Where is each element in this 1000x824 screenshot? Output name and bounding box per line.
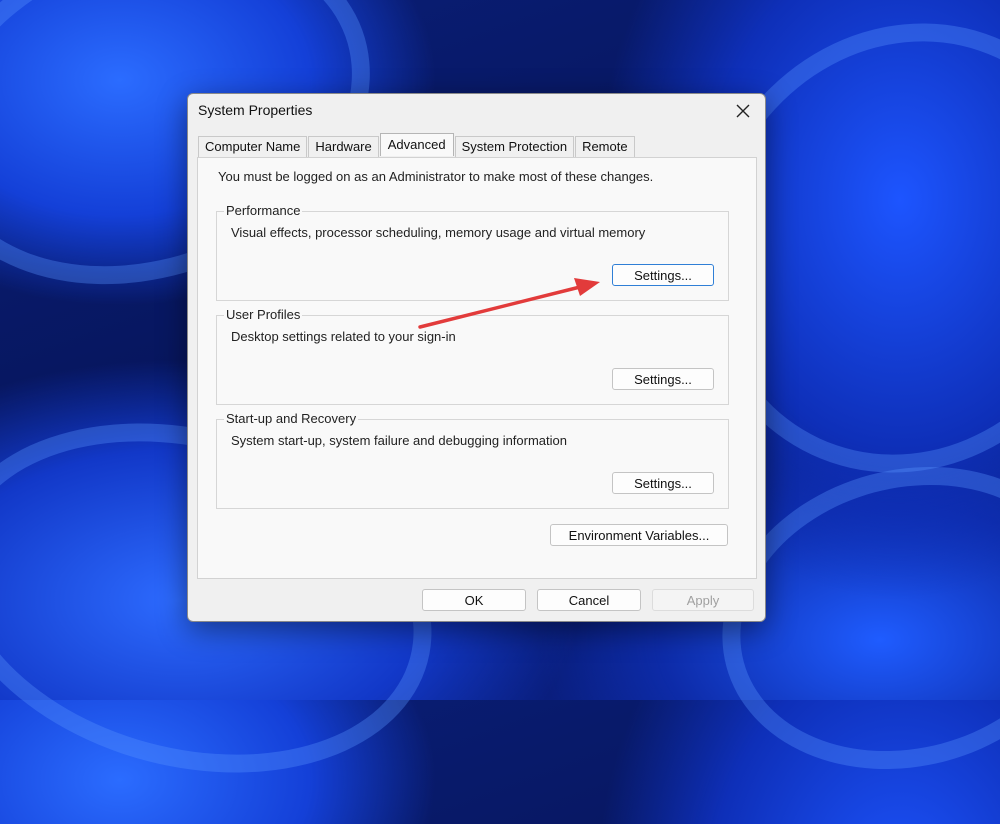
performance-settings-button[interactable]: Settings... — [612, 264, 714, 286]
startup-recovery-group-title: Start-up and Recovery — [224, 411, 359, 426]
dialog-title: System Properties — [198, 102, 313, 118]
admin-note: You must be logged on as an Administrato… — [218, 169, 654, 184]
system-properties-dialog: System Properties Computer Name Hardware… — [187, 93, 766, 622]
environment-variables-button[interactable]: Environment Variables... — [550, 524, 728, 546]
user-profiles-settings-button[interactable]: Settings... — [612, 368, 714, 390]
performance-group-title: Performance — [224, 203, 303, 218]
close-icon — [736, 104, 750, 118]
user-profiles-description: Desktop settings related to your sign-in — [231, 329, 456, 344]
user-profiles-group-title: User Profiles — [224, 307, 303, 322]
title-bar[interactable]: System Properties — [188, 94, 765, 128]
apply-button: Apply — [652, 589, 754, 611]
user-profiles-group: User Profiles Desktop settings related t… — [216, 307, 729, 405]
tab-advanced[interactable]: Advanced — [379, 133, 454, 156]
advanced-tab-panel: You must be logged on as an Administrato… — [197, 157, 757, 579]
startup-recovery-settings-button[interactable]: Settings... — [612, 472, 714, 494]
ok-button[interactable]: OK — [422, 589, 526, 611]
startup-recovery-description: System start-up, system failure and debu… — [231, 433, 568, 448]
startup-recovery-group: Start-up and Recovery System start-up, s… — [216, 411, 729, 509]
dialog-footer: OK Cancel Apply — [188, 584, 765, 620]
tab-hardware[interactable]: Hardware — [308, 136, 379, 157]
cancel-button[interactable]: Cancel — [537, 589, 641, 611]
tab-computer-name[interactable]: Computer Name — [198, 136, 308, 157]
performance-group: Performance Visual effects, processor sc… — [216, 203, 729, 301]
close-button[interactable] — [729, 98, 757, 124]
tab-strip: Computer Name Hardware Advanced System P… — [198, 133, 636, 158]
tab-system-protection[interactable]: System Protection — [454, 136, 575, 157]
tab-remote[interactable]: Remote — [575, 136, 635, 157]
performance-description: Visual effects, processor scheduling, me… — [231, 225, 646, 240]
